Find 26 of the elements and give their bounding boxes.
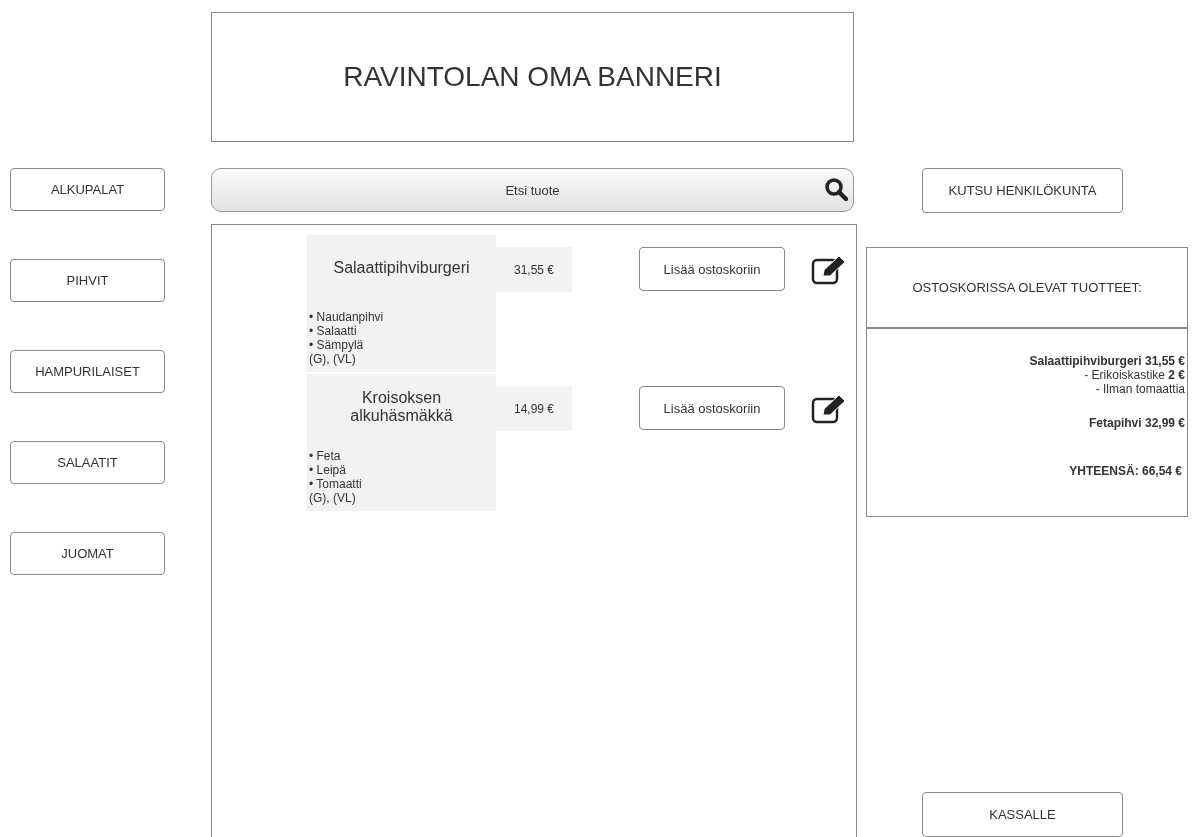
edit-icon[interactable] (811, 394, 847, 424)
cart-line: - Ilman tomaattia (1095, 382, 1185, 396)
product-price: 31,55 € (496, 247, 572, 292)
category-button[interactable]: PIHVIT (10, 259, 165, 302)
category-button[interactable]: HAMPURILAISET (10, 350, 165, 393)
add-to-cart-button[interactable]: Lisää ostoskoriin (639, 386, 785, 430)
search-icon[interactable] (824, 177, 848, 201)
search-field[interactable]: Etsi tuote (211, 168, 854, 212)
product-price: 14,99 € (496, 386, 572, 431)
add-to-cart-button[interactable]: Lisää ostoskoriin (639, 247, 785, 291)
edit-icon[interactable] (811, 255, 847, 285)
product-name: Salaattipihviburgeri (307, 235, 496, 300)
cart-total: YHTEENSÄ: 66,54 € (1069, 464, 1182, 478)
category-button[interactable]: ALKUPALAT (10, 168, 165, 211)
call-staff-button[interactable]: KUTSU HENKILÖKUNTA (922, 168, 1123, 213)
banner: RAVINTOLAN OMA BANNERI (211, 12, 854, 142)
product-details: • Naudanpihvi • Salaatti • Sämpylä (G), (VL) (307, 300, 496, 372)
category-button[interactable]: SALAATIT (10, 441, 165, 484)
product-details: • Feta • Leipä • Tomaatti (G), (VL) (307, 439, 496, 511)
product-name: Kroisoksen alkuhäsmäkkä (307, 374, 496, 439)
cart-line: - Erikoiskastike 2 € (1084, 368, 1185, 382)
cart-line: Fetapihvi 32,99 € (1088, 416, 1185, 430)
checkout-button[interactable]: KASSALLE (922, 792, 1123, 837)
cart-title: OSTOSKORISSA OLEVAT TUOTTEET: (867, 248, 1187, 329)
category-button[interactable]: JUOMAT (10, 532, 165, 575)
cart-line: Salaattipihviburgeri 31,55 € (1029, 354, 1185, 368)
